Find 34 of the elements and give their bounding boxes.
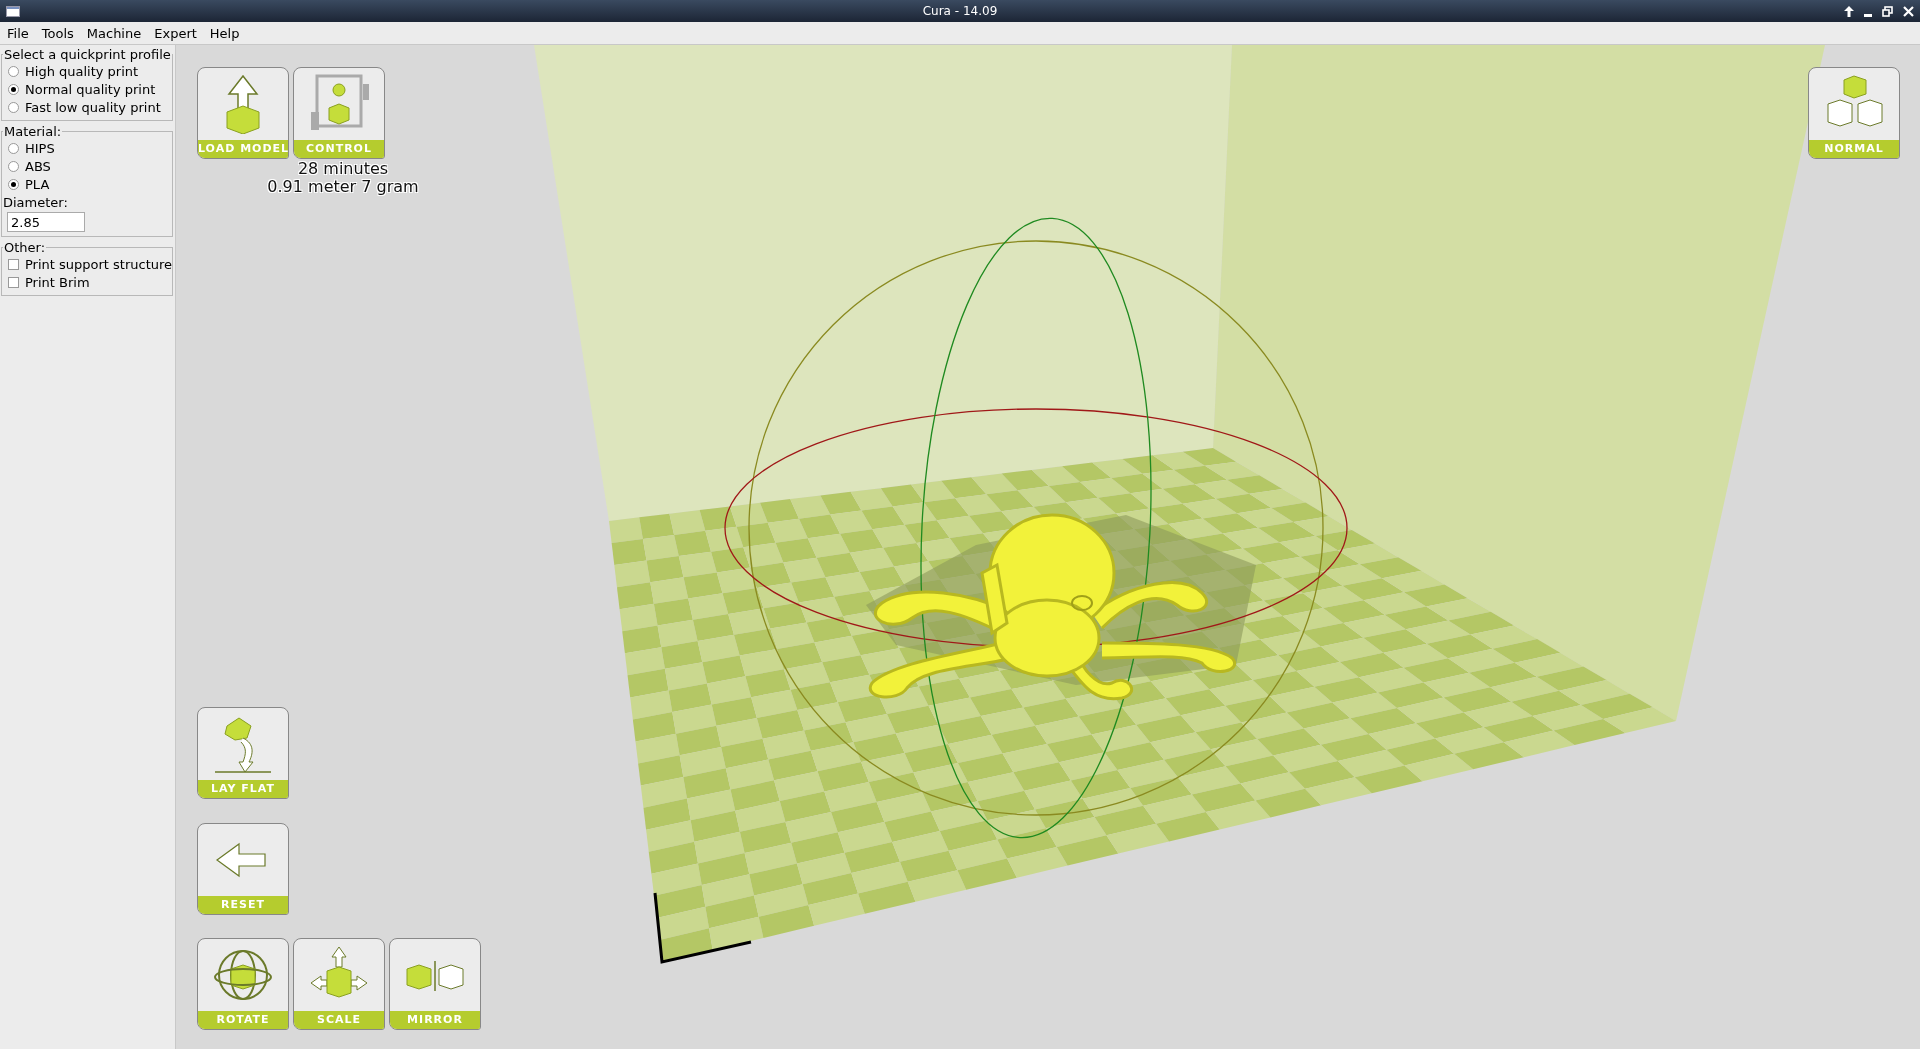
diameter-field[interactable]: 2.85 [7, 212, 85, 232]
radio-option[interactable]: Normal quality print [8, 80, 172, 98]
menu-item[interactable]: Help [209, 25, 240, 41]
menu-item[interactable]: Machine [86, 25, 142, 41]
close-icon[interactable] [1903, 5, 1914, 17]
menu-item[interactable]: File [7, 25, 29, 41]
window-title: Cura - 14.09 [922, 4, 998, 18]
checkbox[interactable] [8, 258, 19, 270]
menu-item[interactable]: Expert [154, 25, 197, 41]
checkbox-option[interactable]: Print Brim [8, 273, 173, 291]
maximize-icon[interactable] [1882, 5, 1893, 17]
up-arrow-icon[interactable] [1844, 5, 1854, 17]
radio-button[interactable] [8, 65, 19, 77]
checkbox[interactable] [8, 276, 19, 288]
radio-button[interactable] [8, 160, 19, 172]
radio-option[interactable]: PLA [8, 175, 172, 193]
radio-option[interactable]: HIPS [8, 139, 172, 157]
diameter-label: Diameter: [3, 195, 69, 210]
group-title: Other: [3, 240, 47, 255]
radio-button[interactable] [8, 101, 19, 113]
print-estimate-text: 28 minutes [297, 160, 389, 178]
print-estimate-text: 0.91 meter 7 gram [267, 178, 419, 196]
group-title: Select a quickprint profile [3, 47, 172, 62]
radio-option[interactable]: ABS [8, 157, 172, 175]
radio-option[interactable]: High quality print [8, 62, 172, 80]
window-icon [6, 5, 20, 17]
menu-item[interactable]: Tools [41, 25, 74, 41]
checkbox-option[interactable]: Print support structure [8, 255, 173, 273]
radio-option[interactable]: Fast low quality print [8, 98, 172, 116]
radio-button[interactable] [8, 83, 19, 95]
rotation-rings-drawing[interactable] [724, 217, 1348, 839]
radio-button[interactable] [8, 142, 19, 154]
radio-button[interactable] [8, 178, 19, 190]
group-title: Material: [3, 124, 63, 139]
